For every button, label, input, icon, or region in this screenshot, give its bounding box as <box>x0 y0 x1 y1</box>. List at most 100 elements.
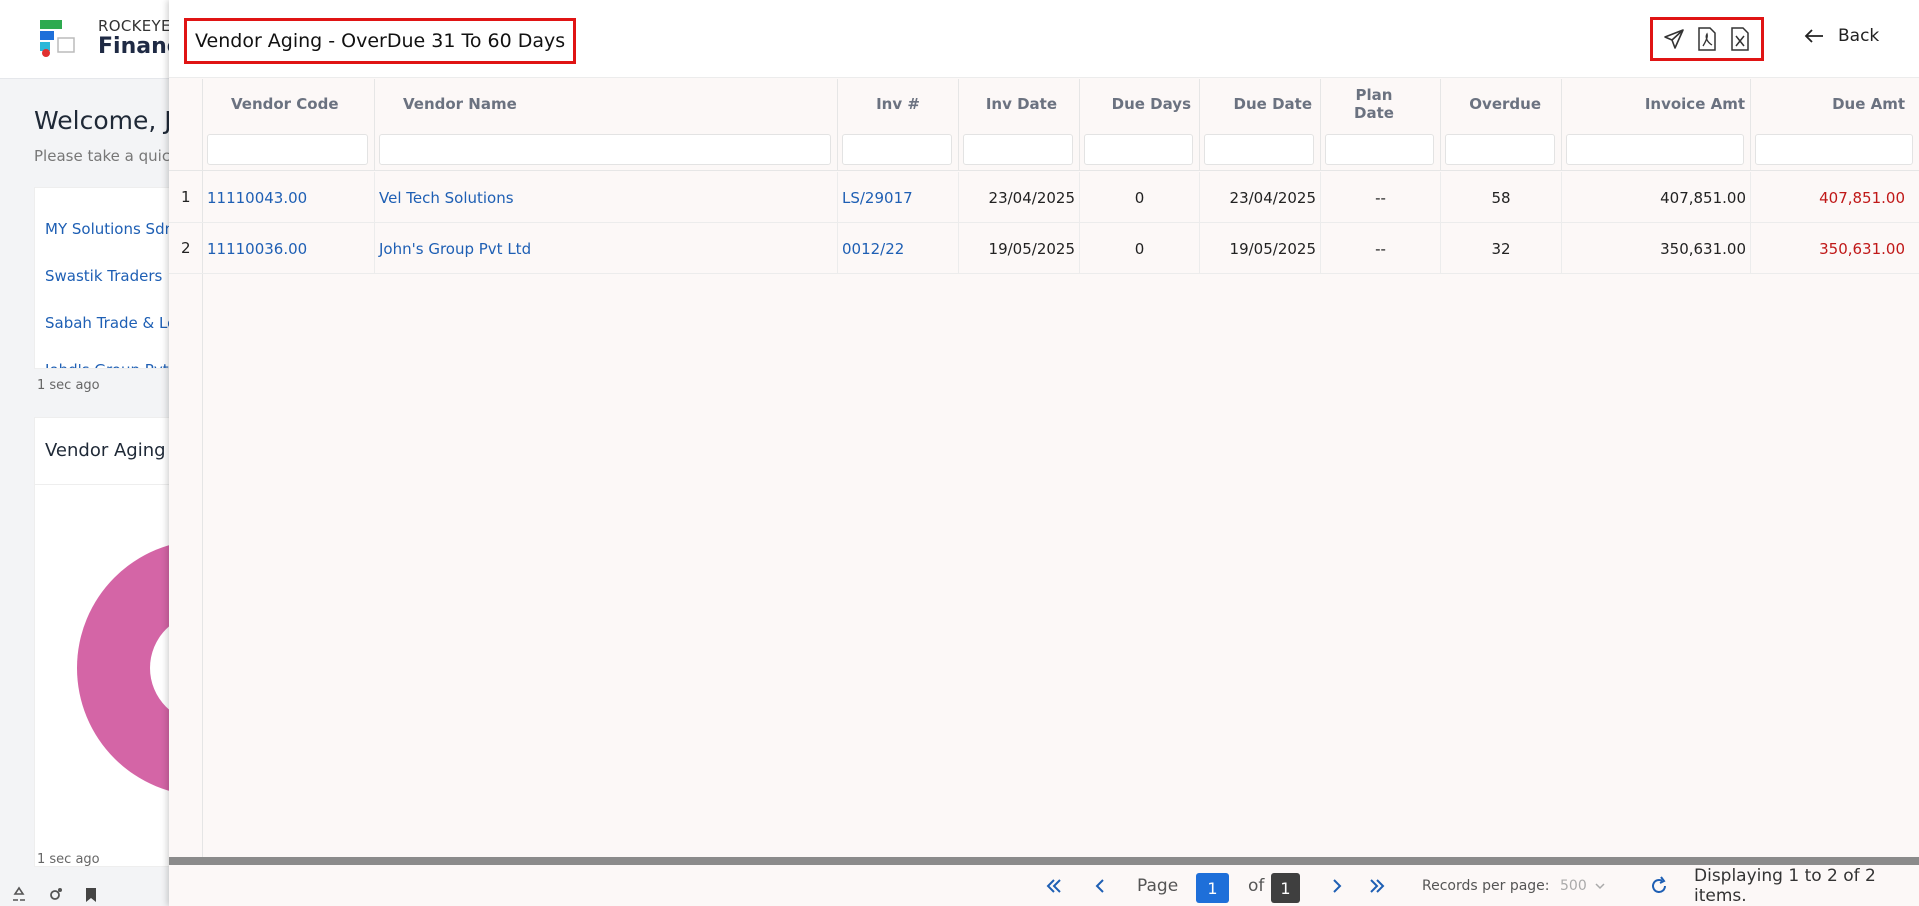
column-header[interactable]: Invoice Amt <box>1562 79 1751 171</box>
invoice-number-cell[interactable]: LS/29017 <box>838 172 959 223</box>
column-header[interactable]: Inv Date <box>959 79 1080 171</box>
vendor-name-cell[interactable]: Vel Tech Solutions <box>375 172 838 223</box>
title-highlight: Vendor Aging - OverDue 31 To 60 Days <box>184 18 576 64</box>
vendor-name-link[interactable]: Vel Tech Solutions <box>379 189 514 207</box>
invoice-amt-cell: 407,851.00 <box>1562 172 1751 223</box>
vendor-code-link[interactable]: 11110043.00 <box>207 189 307 207</box>
column-header-label: Invoice Amt <box>1644 95 1745 113</box>
filter-input[interactable] <box>1566 134 1744 165</box>
vendor-name-link[interactable]: John's Group Pvt Ltd <box>379 240 531 258</box>
vendor-list-item[interactable]: Sabah Trade & Lo <box>45 314 176 332</box>
recycle-icon[interactable] <box>10 886 28 904</box>
pagination-bar: Page 1 of 1 Records per page: 500 Displa… <box>169 866 1919 906</box>
column-header-label: Inv Date <box>985 95 1057 113</box>
column-header-label: Due Date <box>1233 95 1312 113</box>
vendor-aging-panel: Vendor Aging - OverDue 31 To 60 Days Bac… <box>169 0 1919 906</box>
due-days-cell: 0 <box>1080 223 1200 274</box>
column-header[interactable]: Inv # <box>838 79 959 171</box>
vendor-list-card: MY Solutions Sdn Swastik Traders Sabah T… <box>34 187 184 369</box>
column-header[interactable]: Vendor Code <box>203 79 375 171</box>
invoice-grid: Vendor Code Vendor Name Inv # Inv Date D… <box>169 79 1919 857</box>
excel-icon[interactable] <box>1726 25 1754 53</box>
records-per-page-select[interactable]: 500 <box>1560 866 1605 906</box>
vendor-code-cell[interactable]: 11110036.00 <box>203 223 375 274</box>
back-label: Back <box>1838 26 1880 46</box>
next-page-icon[interactable] <box>1330 866 1344 906</box>
arrow-left-icon <box>1804 29 1823 43</box>
updated-time: 1 sec ago <box>37 852 100 867</box>
plan-date-cell: -- <box>1321 172 1441 223</box>
card-title: Vendor Aging <box>45 440 166 461</box>
brand-main: Financ <box>98 34 180 59</box>
vendor-name-cell[interactable]: John's Group Pvt Ltd <box>375 223 838 274</box>
of-label: of <box>1248 876 1265 896</box>
first-page-icon[interactable] <box>1044 866 1064 906</box>
invoice-link[interactable]: LS/29017 <box>842 189 913 207</box>
rockeye-logo-icon <box>40 20 75 57</box>
row-number: 2 <box>181 239 191 257</box>
vendor-list-item[interactable]: MY Solutions Sdn <box>45 220 174 238</box>
export-actions <box>1650 17 1764 61</box>
filter-input[interactable] <box>1084 134 1193 165</box>
filter-input[interactable] <box>963 134 1073 165</box>
refresh-icon[interactable] <box>1649 866 1669 906</box>
page-label: Page <box>1137 876 1179 896</box>
inv-date-cell: 19/05/2025 <box>959 223 1080 274</box>
filter-input[interactable] <box>1325 134 1434 165</box>
filter-input[interactable] <box>1445 134 1555 165</box>
vendor-code-link[interactable]: 11110036.00 <box>207 240 307 258</box>
filter-input[interactable] <box>842 134 952 165</box>
panel-header: Vendor Aging - OverDue 31 To 60 Days Bac… <box>169 0 1919 78</box>
prev-page-icon[interactable] <box>1093 866 1107 906</box>
filter-input[interactable] <box>1204 134 1314 165</box>
overdue-cell: 32 <box>1441 223 1562 274</box>
plan-date-cell: -- <box>1321 223 1441 274</box>
welcome-heading: Welcome, Jo <box>34 106 187 135</box>
horizontal-scrollbar[interactable] <box>169 857 1919 865</box>
records-per-page-value: 500 <box>1560 878 1587 894</box>
invoice-number-cell[interactable]: 0012/22 <box>838 223 959 274</box>
table-row: 1 11110043.00 Vel Tech Solutions LS/2901… <box>169 172 1919 223</box>
pdf-icon[interactable] <box>1693 25 1721 53</box>
settings-icon[interactable] <box>46 886 64 904</box>
column-header-label: Plan Date <box>1354 86 1394 122</box>
invoice-link[interactable]: 0012/22 <box>842 240 904 258</box>
column-header[interactable]: Vendor Name <box>375 79 838 171</box>
bottom-toolbar <box>10 886 100 904</box>
column-header-label: Vendor Name <box>403 95 517 113</box>
card-divider <box>35 484 183 485</box>
column-header[interactable]: Due Date <box>1200 79 1321 171</box>
total-pages: 1 <box>1271 873 1300 903</box>
column-header[interactable]: Due Amt <box>1751 79 1919 171</box>
table-row: 2 11110036.00 John's Group Pvt Ltd 0012/… <box>169 223 1919 274</box>
brand-top: ROCKEYE <box>98 17 171 35</box>
current-page[interactable]: 1 <box>1196 873 1229 903</box>
welcome-subtext: Please take a quick <box>34 147 179 165</box>
due-amt-cell: 407,851.00 <box>1819 188 1905 207</box>
vendor-list-item[interactable]: Johd's Group Pvt <box>45 361 169 368</box>
filter-input[interactable] <box>1755 134 1913 165</box>
column-header-label: Vendor Code <box>231 95 339 113</box>
invoice-amt-cell: 350,631.00 <box>1562 223 1751 274</box>
filter-input[interactable] <box>207 134 368 165</box>
grid-header: Vendor Code Vendor Name Inv # Inv Date D… <box>169 79 1919 171</box>
column-header-label: Inv # <box>876 95 920 113</box>
donut-chart <box>77 541 183 795</box>
column-header-label: Overdue <box>1469 95 1541 113</box>
column-header[interactable]: Overdue <box>1441 79 1562 171</box>
column-header[interactable]: Due Days <box>1080 79 1200 171</box>
overdue-cell: 58 <box>1441 172 1562 223</box>
records-per-page-label: Records per page: <box>1422 878 1550 894</box>
panel-title: Vendor Aging - OverDue 31 To 60 Days <box>195 30 566 52</box>
column-header[interactable]: Plan Date <box>1321 79 1441 171</box>
due-date-cell: 19/05/2025 <box>1200 223 1321 274</box>
bookmark-icon[interactable] <box>82 886 100 904</box>
back-button[interactable]: Back <box>1804 26 1879 46</box>
vendor-code-cell[interactable]: 11110043.00 <box>203 172 375 223</box>
row-number: 1 <box>181 188 191 206</box>
last-page-icon[interactable] <box>1367 866 1387 906</box>
vendor-aging-card: Vendor Aging <box>34 417 184 867</box>
vendor-list-item[interactable]: Swastik Traders <box>45 267 162 285</box>
send-icon[interactable] <box>1660 25 1688 53</box>
filter-input[interactable] <box>379 134 831 165</box>
